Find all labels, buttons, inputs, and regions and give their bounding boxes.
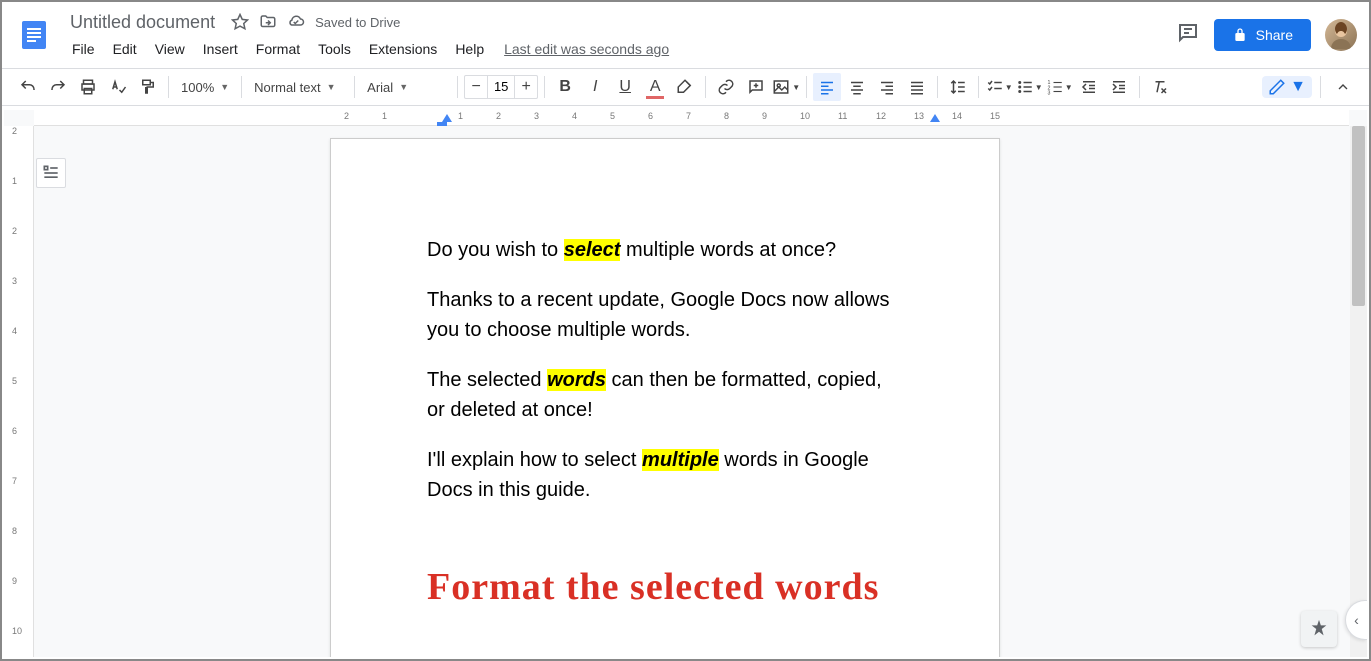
italic-button[interactable]: I: [581, 73, 609, 101]
cloud-saved-icon[interactable]: [287, 13, 305, 31]
decrease-indent-button[interactable]: [1075, 73, 1103, 101]
insert-link-button[interactable]: [712, 73, 740, 101]
add-comment-button[interactable]: [742, 73, 770, 101]
menu-help[interactable]: Help: [447, 37, 492, 61]
menu-file[interactable]: File: [64, 37, 103, 61]
bulleted-list-button[interactable]: ▼: [1015, 73, 1043, 101]
align-justify-button[interactable]: [903, 73, 931, 101]
side-panel-toggle[interactable]: ‹: [1345, 600, 1367, 640]
numbered-list-button[interactable]: 123▼: [1045, 73, 1073, 101]
highlighted-word[interactable]: select: [564, 239, 621, 261]
explore-button[interactable]: [1301, 611, 1337, 647]
highlighted-word[interactable]: words: [547, 369, 606, 391]
paint-format-button[interactable]: [134, 73, 162, 101]
checklist-button[interactable]: ▼: [985, 73, 1013, 101]
docs-logo-icon[interactable]: [14, 8, 54, 62]
menubar: File Edit View Insert Format Tools Exten…: [64, 37, 1166, 61]
underline-button[interactable]: U: [611, 73, 639, 101]
highlighted-word[interactable]: multiple: [642, 449, 719, 471]
svg-text:3: 3: [1047, 91, 1050, 97]
horizontal-ruler[interactable]: 21123456789101112131415: [34, 110, 1349, 126]
toolbar: 100%▼ Normal text▼ Arial▼ − 15 + B I U A…: [2, 68, 1369, 106]
document-body[interactable]: Do you wish to select multiple words at …: [331, 139, 999, 616]
move-folder-icon[interactable]: [259, 13, 277, 31]
font-size-input[interactable]: 15: [487, 76, 515, 98]
insert-image-button[interactable]: ▼: [772, 73, 800, 101]
spellcheck-button[interactable]: [104, 73, 132, 101]
handwritten-annotation: Format the selected words: [427, 559, 903, 616]
left-indent-marker[interactable]: [442, 114, 452, 126]
saved-status-text: Saved to Drive: [315, 15, 400, 30]
menu-extensions[interactable]: Extensions: [361, 37, 445, 61]
right-indent-marker[interactable]: [930, 114, 940, 122]
align-left-button[interactable]: [813, 73, 841, 101]
highlight-color-button[interactable]: [671, 73, 699, 101]
paragraph[interactable]: The selected words can then be formatted…: [427, 365, 903, 425]
star-icon[interactable]: [231, 13, 249, 31]
collapse-toolbar-button[interactable]: [1329, 73, 1357, 101]
scrollbar-thumb[interactable]: [1352, 126, 1365, 306]
clear-formatting-button[interactable]: [1146, 73, 1174, 101]
lock-icon: [1232, 27, 1248, 43]
paragraph-style-dropdown[interactable]: Normal text▼: [248, 73, 348, 101]
paragraph[interactable]: Do you wish to select multiple words at …: [427, 235, 903, 265]
align-center-button[interactable]: [843, 73, 871, 101]
comment-history-icon[interactable]: [1176, 21, 1200, 50]
font-dropdown[interactable]: Arial▼: [361, 73, 451, 101]
account-avatar[interactable]: [1325, 19, 1357, 51]
last-edit-link[interactable]: Last edit was seconds ago: [504, 41, 669, 57]
vertical-ruler[interactable]: 212345678910: [4, 126, 34, 657]
print-button[interactable]: [74, 73, 102, 101]
vertical-scrollbar[interactable]: [1350, 126, 1367, 657]
menu-tools[interactable]: Tools: [310, 37, 359, 61]
bold-button[interactable]: B: [551, 73, 579, 101]
undo-button[interactable]: [14, 73, 42, 101]
share-label: Share: [1256, 27, 1293, 43]
menu-edit[interactable]: Edit: [105, 37, 145, 61]
paragraph[interactable]: I'll explain how to select multiple word…: [427, 445, 903, 505]
share-button[interactable]: Share: [1214, 19, 1311, 51]
document-title[interactable]: Untitled document: [64, 10, 221, 35]
increase-indent-button[interactable]: [1105, 73, 1133, 101]
increase-font-size-button[interactable]: +: [515, 78, 537, 96]
menu-format[interactable]: Format: [248, 37, 308, 61]
align-right-button[interactable]: [873, 73, 901, 101]
redo-button[interactable]: [44, 73, 72, 101]
document-outline-button[interactable]: [36, 158, 66, 188]
menu-insert[interactable]: Insert: [195, 37, 246, 61]
decrease-font-size-button[interactable]: −: [465, 78, 487, 96]
line-spacing-button[interactable]: [944, 73, 972, 101]
paragraph[interactable]: Thanks to a recent update, Google Docs n…: [427, 285, 903, 345]
menu-view[interactable]: View: [147, 37, 193, 61]
document-page[interactable]: Do you wish to select multiple words at …: [330, 138, 1000, 657]
editing-mode-button[interactable]: ▼: [1262, 76, 1312, 98]
text-color-button[interactable]: A: [641, 73, 669, 101]
zoom-dropdown[interactable]: 100%▼: [175, 73, 235, 101]
pencil-icon: [1268, 78, 1286, 96]
